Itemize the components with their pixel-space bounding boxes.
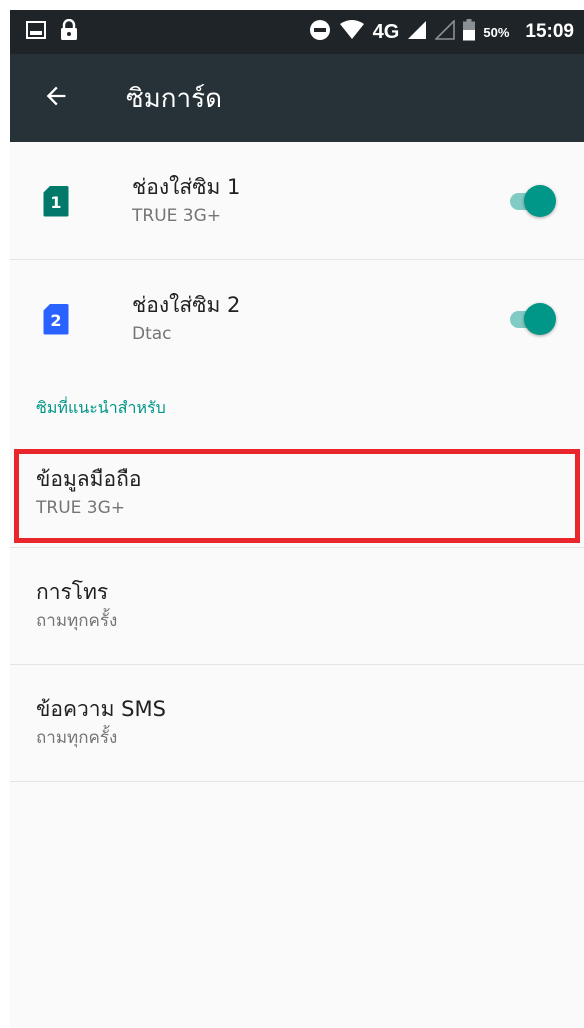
mobile-data-title: ข้อมูลมือถือ	[36, 466, 142, 491]
image-icon	[26, 21, 46, 43]
battery-icon	[463, 19, 476, 45]
sim-card-1-icon: 1	[40, 185, 72, 217]
signal-icon	[407, 20, 427, 44]
svg-text:1: 1	[50, 193, 61, 212]
sim-card-2-icon: 2	[40, 303, 72, 335]
back-button[interactable]	[28, 70, 84, 126]
sim-slot-2-toggle[interactable]	[510, 300, 556, 338]
do-not-disturb-icon	[309, 19, 331, 45]
sim-slot-1-toggle[interactable]	[510, 182, 556, 220]
sim-slot-2-row[interactable]: 2 ช่องใส่ซิม 2 Dtac	[10, 260, 584, 378]
sms-preference[interactable]: ข้อความ SMS ถามทุกครั้ง	[10, 665, 584, 782]
clock: 15:09	[525, 21, 574, 42]
sim-slot-1-row[interactable]: 1 ช่องใส่ซิม 1 TRUE 3G+	[10, 142, 584, 260]
sim-slot-2-carrier: Dtac	[132, 324, 172, 344]
app-bar: ซิมการ์ด	[10, 54, 584, 142]
sim-slot-2-title: ช่องใส่ซิม 2	[132, 293, 241, 317]
sms-title: ข้อความ SMS	[36, 697, 166, 721]
calls-title: การโทร	[36, 580, 109, 604]
mobile-data-value: TRUE 3G+	[36, 497, 126, 518]
toggle-thumb	[524, 303, 556, 335]
signal-empty-icon	[434, 19, 456, 44]
svg-text:2: 2	[50, 311, 61, 330]
wifi-icon	[339, 20, 365, 44]
lock-icon	[60, 18, 78, 45]
battery-percent: 50%	[483, 24, 510, 40]
toggle-thumb	[524, 184, 556, 217]
sms-value: ถามทุกครั้ง	[36, 728, 118, 748]
network-type: 4G	[372, 20, 400, 43]
arrow-back-icon	[42, 82, 70, 114]
preferred-sim-section-header: ซิมที่แนะนำสำหรับ	[36, 397, 166, 417]
sim-cards-screen: 4G 50% 15:09 ซิมการ์ด 1 ช่องใส่ซิม 1 TRU…	[10, 10, 584, 1028]
calls-value: ถามทุกครั้ง	[36, 611, 118, 631]
page-title: ซิมการ์ด	[126, 83, 222, 114]
sim-slot-1-carrier: TRUE 3G+	[132, 205, 222, 226]
status-bar: 4G 50% 15:09	[10, 10, 584, 54]
calls-preference[interactable]: การโทร ถามทุกครั้ง	[10, 548, 584, 665]
sim-slot-1-title: ช่องใส่ซิม 1	[132, 174, 241, 199]
mobile-data-preference[interactable]: ข้อมูลมือถือ TRUE 3G+	[10, 438, 584, 548]
